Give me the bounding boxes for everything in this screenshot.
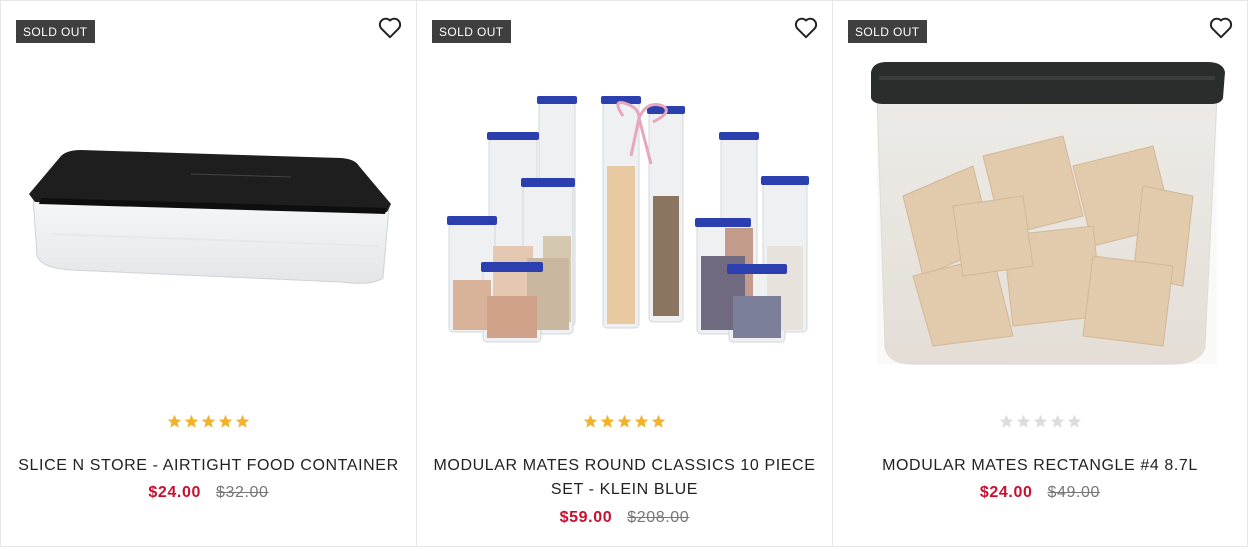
star-icon [634, 414, 649, 428]
rating-stars [417, 414, 832, 434]
price-row: $59.00 $208.00 [417, 509, 832, 527]
star-icon [201, 414, 216, 428]
star-icon [583, 414, 598, 428]
sale-price: $59.00 [559, 509, 613, 526]
rating-stars [833, 414, 1247, 434]
sold-out-badge: SOLD OUT [16, 20, 95, 43]
star-icon [651, 414, 666, 428]
price-row: $24.00 $49.00 [833, 484, 1247, 502]
original-price: $32.00 [216, 484, 269, 501]
star-icon [218, 414, 233, 428]
product-grid: SOLD OUT SLICE N STORE - AIRTIGHT FOOD C… [0, 0, 1250, 547]
rating-stars [1, 414, 416, 434]
heart-outline-icon[interactable] [793, 15, 819, 41]
star-icon [1033, 414, 1047, 428]
star-icon [184, 414, 199, 428]
original-price: $208.00 [627, 509, 690, 526]
heart-outline-icon[interactable] [377, 15, 403, 41]
star-icon [999, 414, 1013, 428]
sale-price: $24.00 [979, 484, 1033, 501]
star-icon [600, 414, 615, 428]
product-name[interactable]: MODULAR MATES RECTANGLE #4 8.7L [845, 454, 1235, 478]
product-name[interactable]: MODULAR MATES ROUND CLASSICS 10 PIECE SE… [429, 454, 820, 502]
star-icon [235, 414, 250, 428]
price-row: $24.00 $32.00 [1, 484, 416, 502]
product-card[interactable]: SOLD OUT SLICE N STORE - AIRTIGHT FOOD C… [0, 0, 416, 547]
product-card[interactable]: SOLD OUT [832, 0, 1248, 547]
sale-price: $24.00 [148, 484, 201, 501]
modular-mates-round-set-image[interactable] [427, 46, 823, 376]
heart-outline-icon[interactable] [1208, 15, 1234, 41]
product-card[interactable]: SOLD OUT [416, 0, 832, 547]
sold-out-badge: SOLD OUT [432, 20, 511, 43]
slice-n-store-container-image[interactable] [11, 46, 407, 376]
star-icon [617, 414, 632, 428]
sold-out-badge: SOLD OUT [848, 20, 927, 43]
modular-mates-rectangle-image[interactable] [843, 46, 1239, 376]
original-price: $49.00 [1047, 484, 1101, 501]
product-name[interactable]: SLICE N STORE - AIRTIGHT FOOD CONTAINER [13, 454, 404, 478]
star-icon [1067, 414, 1081, 428]
star-icon [167, 414, 182, 428]
star-icon [1050, 414, 1064, 428]
star-icon [1016, 414, 1030, 428]
